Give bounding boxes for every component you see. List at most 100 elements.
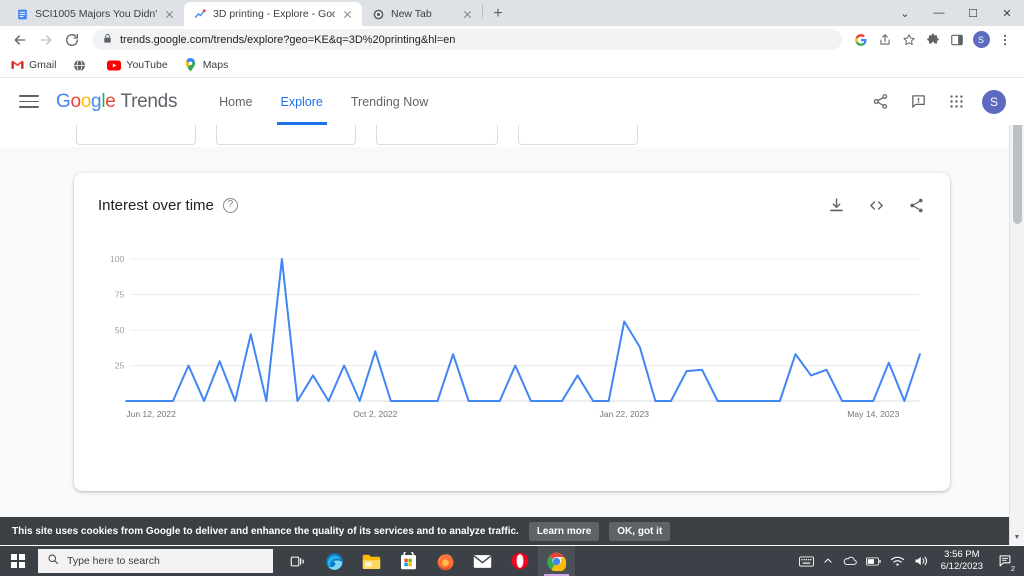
logo-letter: g (91, 90, 102, 112)
back-button[interactable] (8, 28, 32, 52)
interest-over-time-chart[interactable]: 25 50 75 100 Jun 12, 2022 Oct 2, 2022 Jan 22, … (98, 249, 926, 429)
filter-chip-term[interactable] (76, 125, 196, 145)
accept-cookies-button[interactable]: OK, got it (609, 521, 671, 541)
bookmark-star-icon[interactable] (898, 29, 920, 51)
edge-icon[interactable] (316, 546, 353, 576)
bookmark-youtube[interactable]: YouTube (107, 58, 168, 72)
minimize-button[interactable]: — (922, 0, 956, 26)
microsoft-store-icon[interactable] (390, 546, 427, 576)
account-avatar[interactable]: S (982, 89, 1006, 114)
browser-tab-1[interactable]: SCI1005 Majors You Didn't Know (6, 2, 184, 26)
close-icon[interactable] (163, 8, 176, 21)
svg-text:Jun 12, 2022: Jun 12, 2022 (126, 409, 176, 419)
onedrive-icon[interactable] (842, 556, 857, 566)
bookmark-globe[interactable] (72, 58, 91, 72)
browser-toolbar: trends.google.com/trends/explore?geo=KE&… (0, 26, 1024, 53)
lock-icon (102, 33, 113, 47)
document-icon (16, 8, 29, 21)
keyboard-icon[interactable] (798, 555, 814, 567)
opera-icon[interactable] (501, 546, 538, 576)
clock-time: 3:56 PM (944, 549, 980, 560)
profile-avatar[interactable]: S (970, 29, 992, 51)
file-explorer-icon[interactable] (353, 546, 390, 576)
learn-more-button[interactable]: Learn more (528, 521, 600, 541)
bookmark-label: Gmail (29, 59, 57, 71)
forward-button[interactable] (34, 28, 58, 52)
address-bar[interactable]: trends.google.com/trends/explore?geo=KE&… (92, 29, 842, 50)
close-window-button[interactable]: ✕ (990, 0, 1024, 26)
show-hidden-icons-chevron[interactable] (823, 556, 833, 566)
wifi-icon[interactable] (890, 555, 905, 567)
windows-start-icon[interactable] (0, 546, 36, 576)
close-icon[interactable] (461, 8, 474, 21)
embed-code-icon[interactable] (866, 195, 886, 215)
svg-text:25: 25 (115, 361, 125, 371)
mail-icon[interactable] (464, 546, 501, 576)
share-page-icon[interactable] (874, 29, 896, 51)
battery-icon[interactable] (865, 556, 881, 566)
logo-letter: e (105, 90, 116, 112)
bookmark-maps[interactable]: Maps (184, 58, 229, 72)
trends-nav: Home Explore Trending Now (205, 78, 442, 125)
scroll-down-arrow[interactable]: ▼ (1010, 530, 1024, 545)
browser-tab-3[interactable]: New Tab (362, 2, 482, 26)
share-icon[interactable] (868, 90, 892, 114)
notifications-icon[interactable]: 2 (995, 550, 1018, 573)
filter-chip-time-range[interactable] (376, 125, 498, 145)
firefox-icon[interactable] (427, 546, 464, 576)
taskbar-search-placeholder: Type here to search (67, 555, 160, 567)
card-actions (826, 195, 926, 215)
system-tray: 3:56 PM 6/12/2023 2 (798, 546, 1024, 576)
header-actions: S (868, 89, 1010, 114)
extensions-puzzle-icon[interactable] (922, 29, 944, 51)
bookmark-label: YouTube (126, 59, 168, 71)
volume-icon[interactable] (914, 555, 929, 567)
logo-letter: G (56, 90, 71, 112)
interest-over-time-card: Interest over time ? 25 50 75 100 Jun 12… (74, 173, 950, 491)
tab-title: SCI1005 Majors You Didn't Know (35, 8, 157, 20)
bookmark-gmail[interactable]: Gmail (10, 58, 56, 72)
tab-title: 3D printing - Explore - Google Tr (213, 8, 335, 20)
help-circle-icon[interactable]: ? (222, 197, 238, 213)
url-text: trends.google.com/trends/explore?geo=KE&… (120, 33, 456, 46)
explore-content: Interest over time ? 25 50 75 100 Jun 12… (0, 147, 1024, 535)
bookmarks-bar: Gmail YouTube Maps (0, 53, 1024, 78)
browser-tab-2[interactable]: 3D printing - Explore - Google Tr (184, 2, 362, 26)
page-scrollbar[interactable]: ▲ ▼ (1009, 78, 1024, 545)
svg-text:Oct 2, 2022: Oct 2, 2022 (353, 409, 398, 419)
globe-icon (372, 8, 385, 21)
nav-explore[interactable]: Explore (267, 78, 337, 125)
taskbar-clock[interactable]: 3:56 PM 6/12/2023 (938, 549, 986, 573)
three-dot-menu-icon[interactable] (994, 29, 1016, 51)
nav-trending-now[interactable]: Trending Now (337, 78, 442, 125)
svg-text:50: 50 (115, 325, 125, 335)
hamburger-menu-icon[interactable] (14, 87, 44, 117)
globe-icon (72, 58, 86, 72)
window-more-icon[interactable]: ⌄ (888, 0, 922, 26)
nav-home[interactable]: Home (205, 78, 266, 125)
feedback-icon[interactable] (906, 90, 930, 114)
taskbar-search-input[interactable]: Type here to search (38, 549, 273, 573)
google-icon[interactable] (850, 29, 872, 51)
clock-date: 6/12/2023 (940, 561, 983, 572)
task-view-icon[interactable] (279, 546, 316, 576)
google-trends-logo[interactable]: Google Trends (56, 91, 177, 113)
reload-button[interactable] (60, 28, 84, 52)
windows-taskbar: Type here to search 3:56 PM 6/12/2023 2 (0, 546, 1024, 576)
close-icon[interactable] (341, 8, 354, 21)
maximize-button[interactable]: ☐ (956, 0, 990, 26)
filter-chip-category[interactable] (518, 125, 638, 145)
download-icon[interactable] (826, 195, 846, 215)
bookmark-label: Maps (202, 59, 229, 71)
share-icon[interactable] (906, 195, 926, 215)
side-panel-icon[interactable] (946, 29, 968, 51)
filter-chip-location[interactable] (216, 125, 356, 145)
new-tab-button[interactable]: + (487, 3, 509, 25)
google-apps-grid-icon[interactable] (944, 90, 968, 114)
logo-word: Trends (120, 90, 178, 112)
page-content: Google Trends Home Explore Trending Now … (0, 78, 1024, 545)
trends-icon (194, 8, 207, 21)
chrome-icon[interactable] (538, 546, 575, 576)
avatar-initial: S (972, 31, 990, 48)
taskbar-apps (279, 546, 575, 576)
